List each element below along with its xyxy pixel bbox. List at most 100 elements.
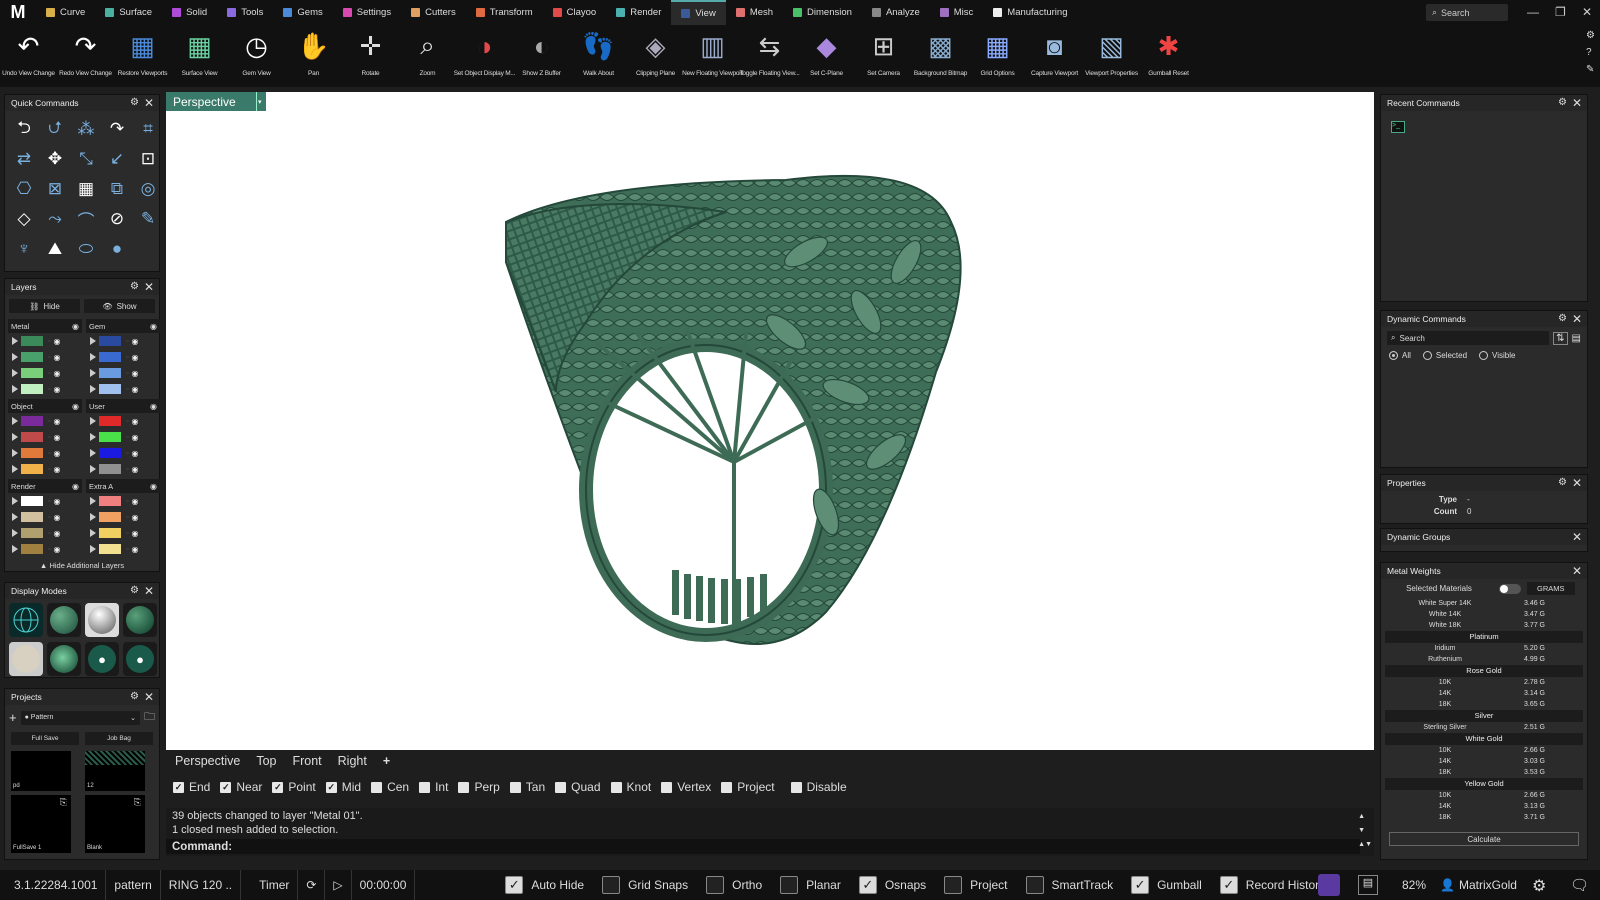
layer-row[interactable]: ▫ ◉ — [8, 509, 82, 525]
expand-icon[interactable] — [12, 417, 18, 425]
lock-icon[interactable]: ▫ — [126, 386, 128, 393]
undo-view-button[interactable]: ↶ Undo View Change — [0, 25, 57, 87]
lock-icon[interactable]: ▫ — [126, 546, 128, 553]
timer-play-icon[interactable]: ▷ — [325, 870, 352, 900]
quick-command-icon[interactable]: ⛰ — [40, 235, 70, 263]
gear-icon[interactable]: ⚙ — [130, 585, 139, 596]
layer-color-swatch[interactable] — [99, 336, 121, 346]
toggle-auto-hide[interactable]: ✓ Auto Hide — [505, 876, 584, 894]
grid-options-button[interactable]: ▦ Grid Options — [969, 25, 1026, 87]
dynamic-commands-search[interactable]: ⌕ Search — [1387, 331, 1550, 345]
close-icon[interactable]: ✕ — [144, 690, 154, 704]
osnap-point[interactable]: ✓ Point — [272, 780, 316, 794]
checkbox[interactable] — [944, 876, 963, 894]
lock-icon[interactable]: ▫ — [48, 530, 50, 537]
layer-color-swatch[interactable] — [21, 384, 43, 394]
lock-icon[interactable]: ▫ — [48, 418, 50, 425]
lock-icon[interactable]: ▫ — [48, 434, 50, 441]
quick-command-icon[interactable]: ⇄ — [9, 145, 39, 173]
checkbox[interactable] — [602, 876, 621, 894]
layer-color-swatch[interactable] — [21, 544, 43, 554]
layer-color-swatch[interactable] — [99, 448, 121, 458]
layer-row[interactable]: ▫ ◉ — [86, 381, 160, 397]
layer-row[interactable]: ▫ ◉ — [8, 381, 82, 397]
gear-icon[interactable]: ⚙ — [1558, 313, 1567, 324]
osnap-disable[interactable]: Disable — [790, 780, 847, 794]
filter-all-radio[interactable]: All — [1389, 351, 1411, 360]
toggle-smarttrack[interactable]: SmartTrack — [1025, 876, 1113, 894]
osnap-project[interactable]: Project — [721, 780, 775, 794]
expand-icon[interactable] — [90, 385, 96, 393]
checkbox[interactable] — [610, 781, 622, 793]
layer-color-swatch[interactable] — [21, 464, 43, 474]
quick-command-icon[interactable]: ⌗ — [133, 115, 163, 143]
layer-row[interactable]: ▫ ◉ — [86, 413, 160, 429]
quick-command-icon[interactable]: ⮌ — [9, 115, 39, 143]
osnap-vertex[interactable]: Vertex — [661, 780, 711, 794]
lock-icon[interactable]: ▫ — [126, 498, 128, 505]
gear-icon[interactable]: ⚙ — [130, 97, 139, 108]
layer-color-swatch[interactable] — [21, 448, 43, 458]
viewport-properties-button[interactable]: ▧ Viewport Properties — [1083, 25, 1140, 87]
terminal-icon[interactable]: >_ — [1391, 121, 1405, 133]
eye-icon[interactable]: ◉ — [72, 322, 79, 331]
checkbox[interactable] — [706, 876, 725, 894]
lock-icon[interactable]: ▫ — [126, 338, 128, 345]
user-mode-2-icon[interactable]: ● — [123, 642, 157, 676]
menu-transform[interactable]: Transform — [466, 0, 543, 25]
project-thumbnail[interactable]: 12 — [85, 751, 145, 791]
quick-command-icon[interactable]: ⤡ — [71, 145, 101, 173]
expand-icon[interactable] — [12, 465, 18, 473]
eye-icon[interactable]: ◉ — [150, 482, 157, 491]
layer-color-swatch[interactable] — [99, 432, 121, 442]
notes-icon[interactable]: ▤ — [1358, 875, 1378, 895]
expand-icon[interactable] — [90, 465, 96, 473]
close-icon[interactable]: ✕ — [144, 584, 154, 598]
expand-icon[interactable] — [90, 529, 96, 537]
layer-color-swatch[interactable] — [21, 368, 43, 378]
toggle-record-history[interactable]: ✓ Record History — [1219, 876, 1325, 894]
gear-icon[interactable]: ⚙ — [130, 691, 139, 702]
gumball-reset-button[interactable]: ✱ Gumball Reset — [1140, 25, 1197, 87]
checkbox[interactable] — [790, 781, 802, 793]
layer-row[interactable]: ▫ ◉ — [86, 461, 160, 477]
expand-icon[interactable] — [90, 545, 96, 553]
eye-icon[interactable]: ◉ — [131, 385, 138, 394]
eye-icon[interactable]: ◉ — [53, 545, 60, 554]
gear-icon[interactable]: ⚙ — [130, 281, 139, 292]
lock-icon[interactable]: ▫ — [126, 418, 128, 425]
lock-icon[interactable]: ▫ — [126, 370, 128, 377]
checkbox[interactable] — [509, 781, 521, 793]
quick-command-icon[interactable]: ↙ — [102, 145, 132, 173]
expand-icon[interactable] — [12, 513, 18, 521]
lock-icon[interactable]: ▫ — [126, 466, 128, 473]
eye-icon[interactable]: ◉ — [72, 482, 79, 491]
hide-layers-button[interactable]: ⛓ Hide — [9, 299, 80, 313]
eye-icon[interactable]: ◉ — [150, 322, 157, 331]
checkbox[interactable]: ✓ — [173, 781, 184, 793]
lock-icon[interactable]: ▫ — [48, 338, 50, 345]
eye-icon[interactable]: ◉ — [53, 497, 60, 506]
checkbox[interactable] — [721, 781, 733, 793]
checkbox[interactable]: ✓ — [325, 781, 337, 793]
checkbox[interactable] — [555, 781, 567, 793]
layer-color-swatch[interactable] — [21, 416, 43, 426]
toggle-planar[interactable]: Planar — [780, 876, 841, 894]
layer-color-swatch[interactable] — [99, 464, 121, 474]
eye-icon[interactable]: ◉ — [53, 337, 60, 346]
pan-hand-button[interactable]: ✋ Pan — [285, 25, 342, 87]
unit-button[interactable]: GRAMS — [1527, 582, 1575, 595]
checkbox[interactable]: ✓ — [220, 781, 232, 793]
z-buffer-button[interactable]: ◐ Show Z Buffer — [513, 25, 570, 87]
quick-command-icon[interactable]: ▦ — [71, 175, 101, 203]
osnap-near[interactable]: ✓ Near — [220, 780, 262, 794]
expand-icon[interactable] — [90, 417, 96, 425]
quick-command-icon[interactable]: ↷ — [102, 115, 132, 143]
expand-icon[interactable] — [12, 353, 18, 361]
zoom-button[interactable]: ⌕ Zoom — [399, 25, 456, 87]
menu-misc[interactable]: Misc — [930, 0, 984, 25]
expand-icon[interactable] — [12, 433, 18, 441]
eye-icon[interactable]: ◉ — [150, 402, 157, 411]
quick-command-icon[interactable]: ◇ — [9, 205, 39, 233]
lock-icon[interactable]: ▫ — [48, 498, 50, 505]
